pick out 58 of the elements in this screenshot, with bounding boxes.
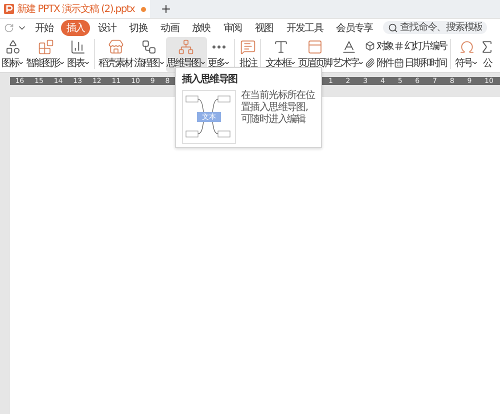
caret-icon [18, 60, 24, 66]
ribbon-button[interactable]: 稻壳素材 [98, 36, 134, 72]
tooltip-title: 插入思维导图 [182, 72, 238, 86]
ribbon-button[interactable]: 页眉页脚 [296, 36, 333, 72]
search-icon [388, 22, 398, 32]
menu-tab[interactable]: 会员专享 [331, 20, 378, 36]
text-box-icon [272, 38, 289, 54]
ribbon-small-button[interactable]: 附件 [365, 56, 394, 70]
caret-icon [200, 60, 206, 66]
flowchart-icon [141, 38, 158, 54]
paperclip-icon [365, 58, 376, 68]
ribbon-button[interactable]: 文本框 [264, 36, 298, 72]
menu-tab[interactable]: 审阅 [218, 20, 247, 36]
store-icon [108, 38, 124, 54]
mind-map-icon [178, 38, 194, 54]
number-icon [394, 40, 404, 50]
ribbon-small-button[interactable]: 对象 [365, 38, 394, 52]
caret-icon [290, 60, 296, 66]
ribbon-button[interactable]: 符号 [454, 36, 479, 72]
ribbon-button[interactable]: 图标 [0, 36, 26, 72]
object-icon [365, 40, 376, 50]
document-title: 新建 PPTX 演示文稿 (2).pptx [17, 2, 136, 16]
shapes-icon [4, 38, 21, 54]
menu-tab[interactable]: 放映 [187, 20, 216, 36]
menu-tab[interactable]: 动画 [156, 20, 184, 36]
bar-chart-icon [70, 38, 86, 54]
menu-tab[interactable]: 开发工具 [281, 20, 328, 36]
ribbon-button[interactable]: 更多 [206, 36, 232, 72]
ribbon-button[interactable]: 智能图形 [24, 36, 66, 72]
ribbon-button[interactable]: 公 [478, 36, 496, 72]
ribbon-button[interactable]: 思维导图 [166, 36, 208, 72]
more-icon [212, 44, 226, 48]
tooltip-description: 在当前光标所在位置插入思维导图,可随时进入编辑 [241, 90, 315, 127]
menu-tab[interactable]: 开始 [30, 20, 58, 36]
omega-icon [458, 38, 475, 54]
menu-tab[interactable]: 视图 [250, 20, 278, 36]
calendar-icon [394, 58, 404, 68]
ribbon-button[interactable]: 图表 [66, 36, 91, 72]
ribbon-small-button[interactable]: 幻灯片编号 [394, 38, 447, 52]
menu-tab[interactable]: 设计 [92, 20, 122, 36]
new-tab-icon[interactable] [160, 3, 172, 15]
caret-icon [59, 60, 66, 66]
presentation-app-icon [4, 4, 14, 14]
caret-icon [84, 60, 90, 66]
ribbon-button[interactable]: 流程图 [132, 36, 166, 72]
ribbon-button[interactable]: 批注 [238, 36, 258, 72]
caret-icon [358, 60, 364, 66]
header-footer-icon [306, 38, 323, 54]
comment-icon [240, 38, 256, 54]
blocks-icon [38, 38, 54, 54]
art-text-icon [340, 38, 357, 54]
caret-icon [224, 60, 230, 66]
ribbon-button[interactable]: 艺术字 [332, 36, 366, 72]
menu-tab[interactable]: 切换 [124, 20, 153, 36]
document-tab[interactable]: 新建 PPTX 演示文稿 (2).pptx [0, 0, 150, 18]
caret-icon [472, 60, 478, 66]
caret-icon [159, 60, 166, 66]
ribbon-small-button[interactable]: 日期和时间 [394, 56, 447, 70]
